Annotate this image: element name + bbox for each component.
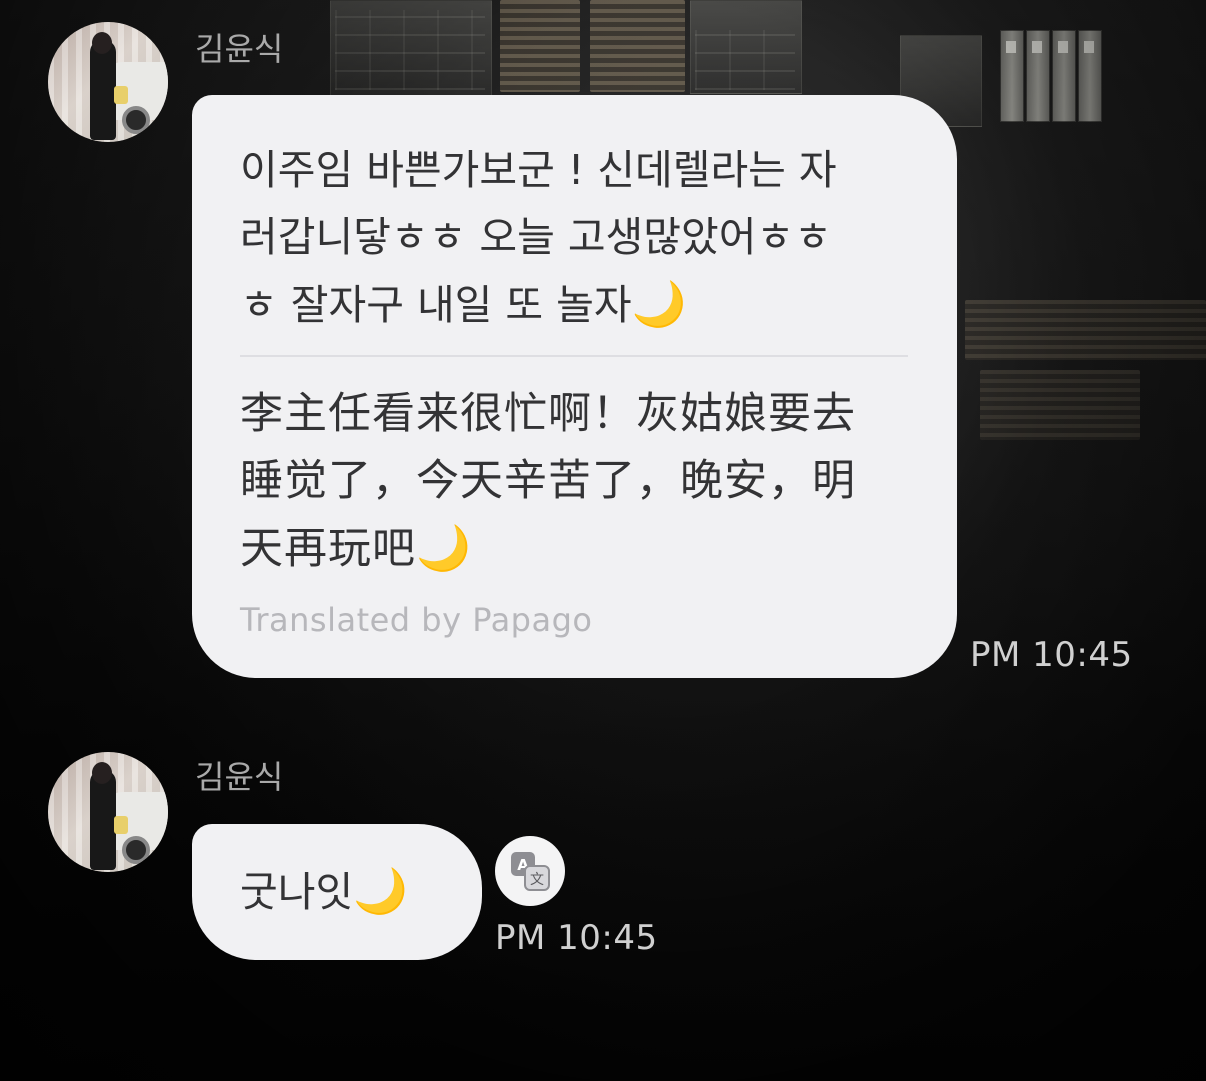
avatar-person (90, 40, 116, 140)
message-bubble[interactable]: 굿나잇🌙 (192, 824, 482, 960)
avatar-car-wheel (122, 836, 150, 864)
avatar-bag (114, 816, 128, 834)
avatar-car-wheel (122, 106, 150, 134)
message-translation-content: 李主任看来很忙啊！灰姑娘要去 睡觉了，今天辛苦了，晚安，明 天再玩吧 (240, 389, 856, 574)
message-text-content: 굿나잇 (240, 868, 354, 916)
avatar-person-head (92, 32, 112, 54)
message-timestamp: PM 10:45 (970, 635, 1133, 675)
sender-name[interactable]: 김윤식 (195, 752, 283, 798)
message-text-content: 이주임 바쁜가보군 ! 신데렐라는 자 러갑니닿ㅎㅎ 오늘 고생많았어ㅎㅎ ㅎ … (240, 146, 837, 329)
message-text: 굿나잇🌙 (240, 858, 408, 926)
sender-avatar[interactable] (48, 22, 168, 142)
crescent-moon-icon: 🌙 (631, 279, 687, 330)
message-translation: 李主任看来很忙啊！灰姑娘要去 睡觉了，今天辛苦了，晚安，明 天再玩吧🌙 (240, 381, 909, 583)
svg-text:文: 文 (530, 872, 544, 888)
avatar-person-head (92, 762, 112, 784)
translate-button[interactable]: A 文 (495, 836, 565, 906)
avatar-bag (114, 86, 128, 104)
crescent-moon-icon: 🌙 (416, 523, 472, 574)
translate-icon: A 文 (511, 852, 550, 891)
translation-divider (240, 355, 908, 357)
sender-name[interactable]: 김윤식 (195, 24, 283, 70)
message-bubble[interactable]: 이주임 바쁜가보군 ! 신데렐라는 자 러갑니닿ㅎㅎ 오늘 고생많았어ㅎㅎ ㅎ … (192, 95, 957, 678)
translated-by-label: Translated by Papago (240, 601, 593, 639)
sender-avatar[interactable] (48, 752, 168, 872)
crescent-moon-icon: 🌙 (353, 866, 408, 917)
avatar-person (90, 770, 116, 870)
chat-screen: 김윤식 이주임 바쁜가보군 ! 신데렐라는 자 러갑니닿ㅎㅎ 오늘 고생많았어ㅎ… (0, 0, 1206, 1081)
message-timestamp: PM 10:45 (495, 918, 658, 958)
message-text: 이주임 바쁜가보군 ! 신데렐라는 자 러갑니닿ㅎㅎ 오늘 고생많았어ㅎㅎ ㅎ … (240, 137, 909, 339)
